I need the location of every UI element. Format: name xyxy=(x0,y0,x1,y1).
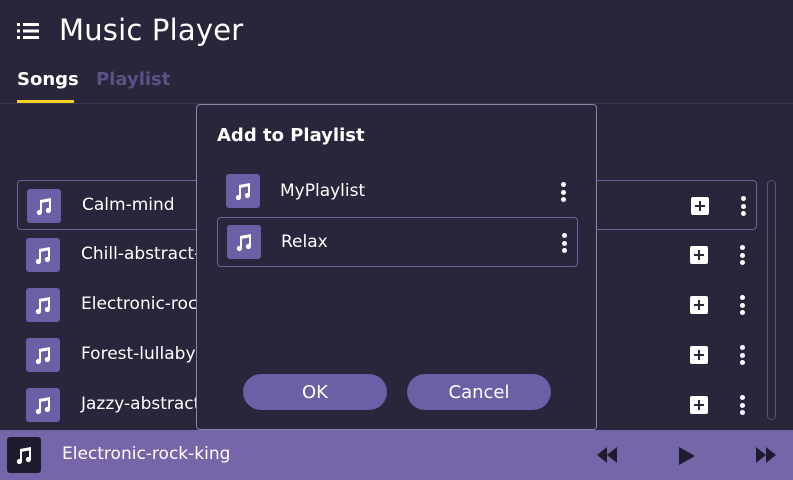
active-tab-indicator xyxy=(17,100,74,103)
more-options-icon[interactable] xyxy=(740,196,746,216)
more-options-icon[interactable] xyxy=(739,345,745,365)
music-note-icon xyxy=(26,388,60,422)
menu-list-icon[interactable] xyxy=(17,22,39,40)
music-note-icon xyxy=(26,338,60,372)
playlist-label: Relax xyxy=(281,232,328,252)
playlist-item[interactable]: Relax xyxy=(217,217,578,267)
music-note-icon xyxy=(26,238,60,272)
add-to-playlist-icon[interactable] xyxy=(690,346,708,364)
playlist-label: MyPlaylist xyxy=(280,181,366,201)
more-options-icon[interactable] xyxy=(560,182,566,202)
ok-button[interactable]: OK xyxy=(243,374,387,410)
tab-bar: Songs Playlist xyxy=(0,64,793,104)
add-to-playlist-icon[interactable] xyxy=(690,296,708,314)
app-header: Music Player xyxy=(0,0,793,64)
more-options-icon[interactable] xyxy=(739,395,745,415)
more-options-icon[interactable] xyxy=(561,233,567,253)
now-playing-bar: Electronic-rock-king xyxy=(0,430,793,480)
add-to-playlist-icon[interactable] xyxy=(690,396,708,414)
play-icon[interactable] xyxy=(678,446,696,466)
fast-forward-icon[interactable] xyxy=(755,446,777,464)
add-to-playlist-icon[interactable] xyxy=(691,197,709,215)
music-note-icon xyxy=(27,189,61,223)
playlist-item[interactable]: MyPlaylist xyxy=(217,167,578,217)
music-note-icon xyxy=(7,437,41,473)
add-to-playlist-dialog: Add to Playlist MyPlaylist Relax OK Canc… xyxy=(196,104,597,430)
music-note-icon xyxy=(26,288,60,322)
song-title: Forest-lullaby xyxy=(81,344,196,364)
tab-songs[interactable]: Songs xyxy=(17,69,79,90)
music-note-icon xyxy=(226,174,260,208)
dialog-title: Add to Playlist xyxy=(217,125,365,146)
more-options-icon[interactable] xyxy=(739,295,745,315)
tab-playlist[interactable]: Playlist xyxy=(96,69,170,90)
more-options-icon[interactable] xyxy=(739,245,745,265)
add-to-playlist-icon[interactable] xyxy=(690,246,708,264)
cancel-button[interactable]: Cancel xyxy=(407,374,551,410)
song-list-scrollbar[interactable] xyxy=(767,180,776,420)
now-playing-title: Electronic-rock-king xyxy=(62,444,231,464)
song-title: Calm-mind xyxy=(82,195,175,215)
rewind-icon[interactable] xyxy=(596,446,618,464)
app-title: Music Player xyxy=(59,13,244,47)
music-note-icon xyxy=(227,225,261,259)
